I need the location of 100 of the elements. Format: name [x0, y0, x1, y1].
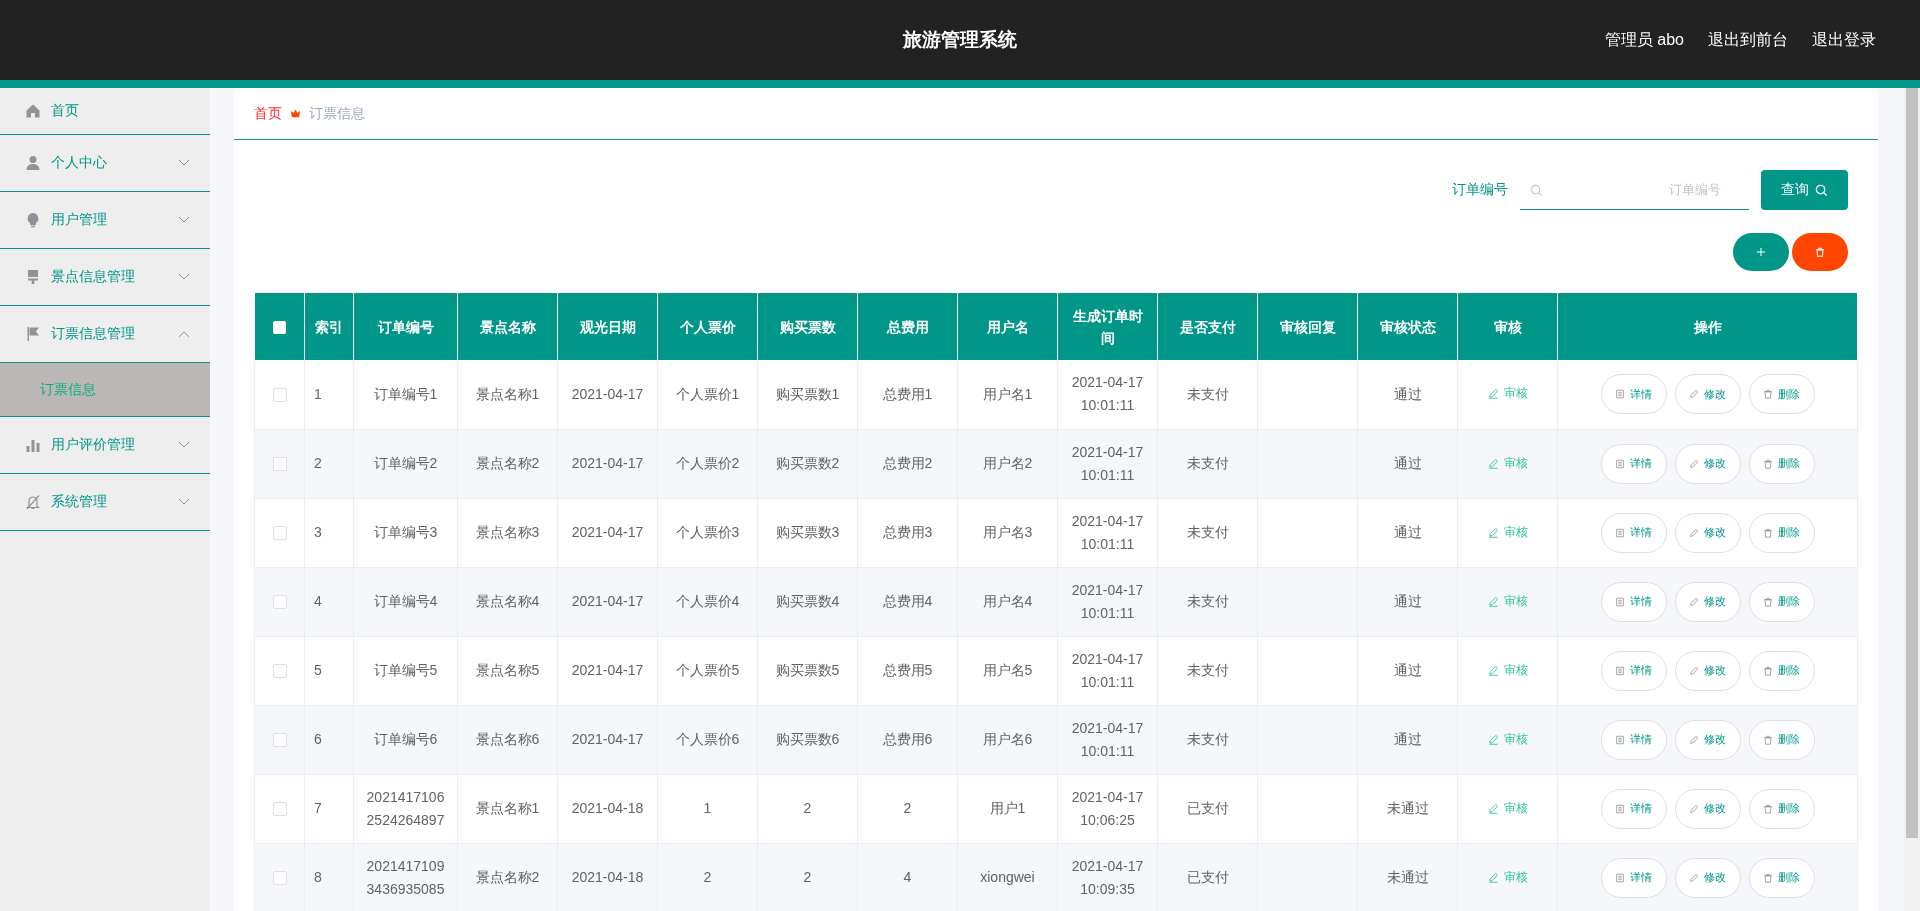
delete-button[interactable]: 删除	[1748, 650, 1815, 691]
table-cell: 用户名5	[982, 662, 1033, 678]
checkbox[interactable]	[272, 802, 287, 817]
table-cell: 景点名称4	[475, 593, 540, 609]
sidebar-item[interactable]: 景点信息管理	[0, 249, 210, 306]
table-cell: 个人票价6	[675, 731, 740, 747]
chevron-down-icon	[178, 159, 190, 167]
table-cell: 景点名称2	[475, 455, 540, 471]
sidebar-item[interactable]: 首页	[0, 88, 210, 135]
delete-button[interactable]: 删除	[1748, 443, 1815, 484]
delete-button[interactable]: 删除	[1748, 374, 1815, 415]
trash-icon	[1763, 734, 1773, 745]
checkbox[interactable]	[272, 526, 287, 541]
column-header: 购买票数	[757, 293, 858, 360]
table-cell: 景点名称6	[475, 731, 540, 747]
table-cell: 个人票价5	[675, 662, 740, 678]
edit-button[interactable]: 修改	[1674, 719, 1741, 760]
search-button[interactable]: 查询	[1761, 170, 1848, 210]
details-button[interactable]: 详情	[1600, 374, 1667, 415]
sidebar-item[interactable]: 系统管理	[0, 474, 210, 531]
table-cell: 2	[803, 869, 812, 885]
checkbox[interactable]	[272, 733, 287, 748]
column-header: 个人票价	[657, 293, 758, 360]
delete-button[interactable]: 删除	[1748, 788, 1815, 829]
table-cell: 总费用3	[882, 524, 933, 540]
user-name[interactable]: 管理员 abo	[1604, 29, 1684, 51]
edit-button[interactable]: 修改	[1674, 512, 1741, 553]
breadcrumb-item[interactable]: 首页	[254, 104, 282, 123]
table-cell: 总费用2	[882, 455, 933, 471]
review-link[interactable]: 审核	[1487, 658, 1528, 682]
review-link[interactable]: 审核	[1487, 865, 1528, 889]
pencil-icon	[1487, 802, 1499, 814]
checkbox[interactable]	[272, 871, 287, 886]
user-icon	[25, 155, 41, 171]
delete-button[interactable]: 删除	[1748, 581, 1815, 622]
review-link[interactable]: 审核	[1487, 451, 1528, 475]
table-cell: 2021-04-17 10:01:11	[1071, 581, 1144, 621]
details-button[interactable]: 详情	[1600, 650, 1667, 691]
details-button[interactable]: 详情	[1600, 788, 1667, 829]
header-link[interactable]: 退出登录	[1812, 29, 1876, 51]
review-link[interactable]: 审核	[1487, 796, 1528, 820]
table-cell-text: 订单编号3	[372, 523, 439, 542]
search-field[interactable]: 订单编号	[1520, 170, 1749, 210]
review-link[interactable]: 审核	[1487, 589, 1528, 613]
table-cell: 购买票数5	[775, 662, 840, 678]
checkbox[interactable]	[272, 595, 287, 610]
details-button[interactable]: 详情	[1600, 443, 1667, 484]
sidebar-item[interactable]: 个人中心	[0, 135, 210, 192]
add-button[interactable]	[1733, 233, 1789, 271]
table-cell: 购买票数3	[775, 524, 840, 540]
table-cell: 已支付	[1186, 800, 1229, 816]
column-header: 是否支付	[1157, 293, 1258, 360]
chevron-down-icon	[178, 441, 190, 449]
details-button[interactable]: 详情	[1600, 719, 1667, 760]
details-button[interactable]: 详情	[1600, 857, 1667, 898]
trash-icon	[1763, 803, 1773, 814]
table-cell: 景点名称5	[475, 662, 540, 678]
review-link[interactable]: 审核	[1487, 727, 1528, 751]
sidebar-item[interactable]: 用户评价管理	[0, 417, 210, 474]
delete-button[interactable]: 删除	[1748, 719, 1815, 760]
pencil-icon	[1487, 526, 1499, 538]
table-cell: 2021-04-17	[571, 593, 644, 609]
edit-button[interactable]: 修改	[1674, 650, 1741, 691]
table-cell: 购买票数4	[775, 593, 840, 609]
checkbox[interactable]	[272, 321, 286, 335]
edit-button[interactable]: 修改	[1674, 443, 1741, 484]
sidebar-item[interactable]: 用户管理	[0, 192, 210, 249]
edit-button[interactable]: 修改	[1674, 374, 1741, 415]
edit-button[interactable]: 修改	[1674, 857, 1741, 898]
table-cell: 总费用4	[882, 593, 933, 609]
delete-button[interactable]: 删除	[1748, 857, 1815, 898]
table-cell-text: 订单编号6	[372, 730, 439, 749]
scrollbar[interactable]	[1904, 88, 1920, 911]
chevron-up-icon	[178, 330, 190, 338]
details-button[interactable]: 详情	[1600, 512, 1667, 553]
checkbox[interactable]	[272, 664, 287, 679]
header-link[interactable]: 退出到前台	[1708, 29, 1788, 51]
delete-button[interactable]: 删除	[1748, 512, 1815, 553]
table-cell-text: 6	[313, 730, 323, 749]
table-cell: 个人票价2	[675, 455, 740, 471]
review-link[interactable]: 审核	[1487, 520, 1528, 544]
checkbox[interactable]	[272, 457, 287, 472]
table-cell: 2021-04-17 10:01:11	[1071, 374, 1144, 414]
table-cell-text: 7	[313, 799, 323, 818]
checkbox[interactable]	[272, 388, 287, 403]
edit-button[interactable]: 修改	[1674, 581, 1741, 622]
table-cell: 2021-04-17 10:01:11	[1071, 443, 1144, 483]
table-cell: 2	[903, 800, 912, 816]
breadcrumb-item: 订票信息	[309, 104, 365, 123]
table-cell: 2	[803, 800, 812, 816]
table-cell-text: 1	[313, 384, 323, 404]
pencil-icon	[1689, 458, 1699, 469]
review-link[interactable]: 审核	[1487, 382, 1528, 406]
delete-button[interactable]	[1792, 233, 1848, 271]
table-cell: 未通过	[1386, 869, 1429, 885]
details-button[interactable]: 详情	[1600, 581, 1667, 622]
table-cell: 总费用5	[882, 662, 933, 678]
edit-button[interactable]: 修改	[1674, 788, 1741, 829]
table-cell: 未通过	[1386, 800, 1429, 816]
trash-icon	[1763, 872, 1773, 883]
